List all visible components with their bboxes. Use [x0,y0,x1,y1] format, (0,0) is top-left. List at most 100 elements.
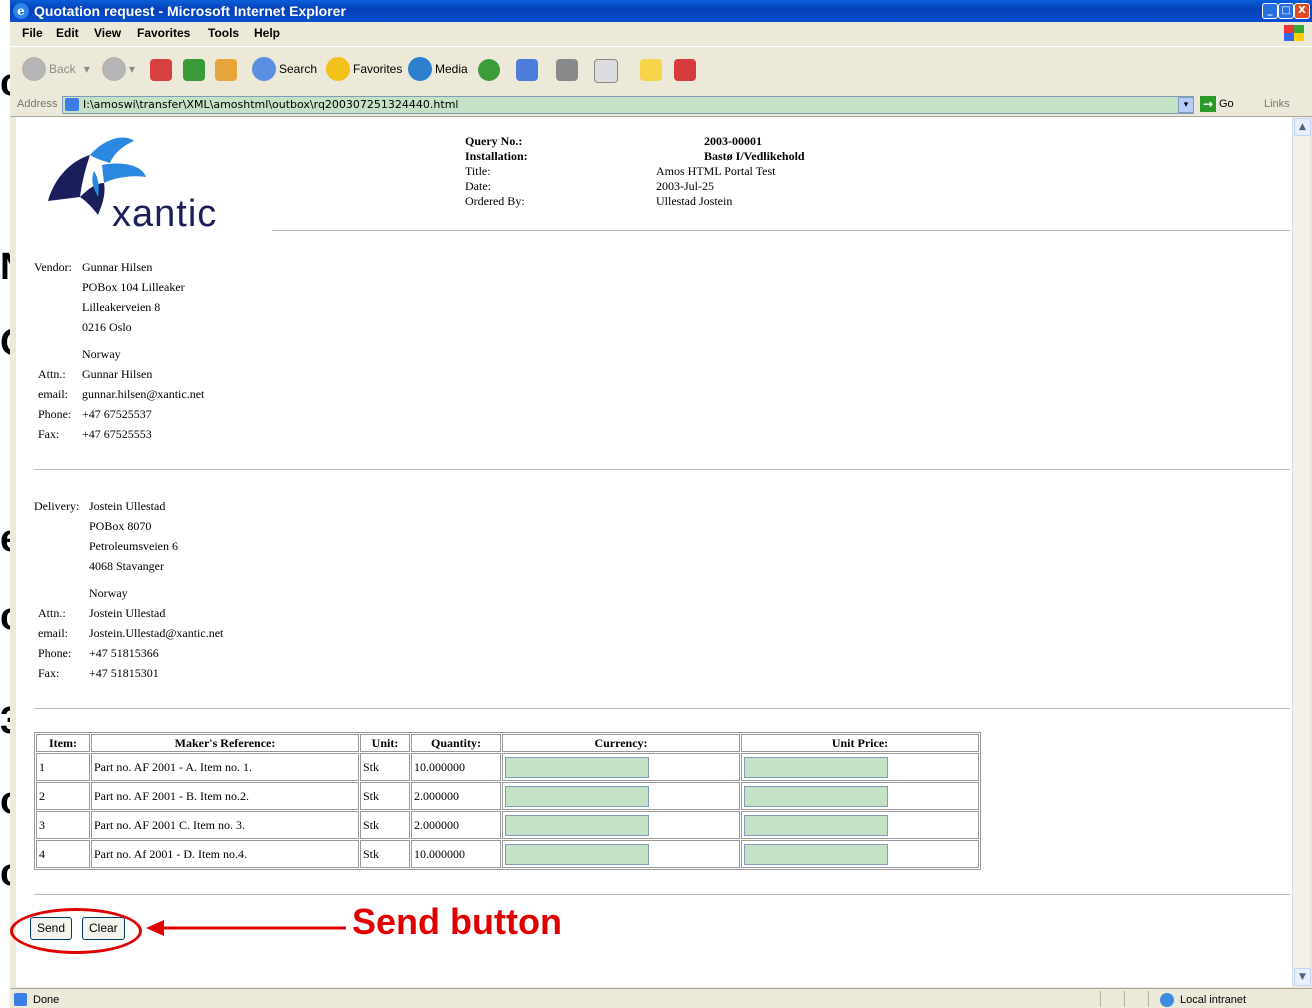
back-label: Back [49,62,76,76]
divider [34,708,1290,709]
currency-input[interactable] [505,756,649,778]
intranet-globe-icon [1160,993,1174,1007]
title-value: Amos HTML Portal Test [656,164,776,178]
go-button[interactable]: → Go [1200,96,1234,112]
vendor-email: gunnar.hilsen@xantic.net [82,387,205,401]
menu-edit[interactable]: Edit [56,26,79,40]
cell-currency [502,753,740,781]
refresh-icon[interactable] [183,59,205,81]
address-input[interactable]: I:\amoswi\transfer\XML\amoshtml\outbox\r… [62,96,1194,114]
ie-icon: e [13,3,29,19]
media-icon [408,57,432,81]
address-dropdown-icon[interactable]: ▾ [1178,97,1194,113]
unit-price-input[interactable] [744,785,888,807]
table-row: 1 Part no. AF 2001 - A. Item no. 1. Stk … [36,753,979,781]
col-header-item: Item: [36,734,90,752]
word-edit-icon[interactable] [594,59,618,83]
delivery-address-line: Petroleumsveien 6 [89,539,178,553]
menu-file[interactable]: File [22,26,43,40]
menu-tools[interactable]: Tools [208,26,239,40]
title-bar[interactable]: e Quotation request - Microsoft Internet… [10,0,1312,22]
currency-input[interactable] [505,785,649,807]
page-icon [14,993,27,1006]
home-icon[interactable] [215,59,237,81]
notes-icon[interactable] [640,59,662,81]
vendor-phone-label: Phone: [38,407,72,421]
delivery-address-line: POBox 8070 [89,519,152,533]
status-text: Done [33,993,60,1006]
links-button[interactable]: Links [1264,98,1290,110]
vendor-label: Vendor: [34,260,72,274]
vendor-attn: Gunnar Hilsen [82,367,153,381]
favorites-button[interactable]: Favorites [326,57,402,81]
history-icon[interactable] [478,59,500,81]
delivery-country: Norway [89,586,128,600]
cell-quantity: 2.000000 [411,782,501,810]
title-label: Title: [465,164,491,178]
vendor-country: Norway [82,347,121,361]
col-header-unit-price: Unit Price: [741,734,979,752]
cell-unit-price [741,811,979,839]
media-label: Media [435,62,468,76]
menu-help[interactable]: Help [254,26,280,40]
table-row: 4 Part no. Af 2001 - D. Item no.4. Stk 1… [36,840,979,868]
address-url[interactable]: I:\amoswi\transfer\XML\amoshtml\outbox\r… [83,98,458,111]
cell-unit-price [741,753,979,781]
query-no-value: 2003-00001 [704,134,762,148]
date-label: Date: [465,179,491,193]
vendor-address-line: 0216 Oslo [82,320,132,334]
delivery-attn-label: Attn.: [38,606,66,620]
xantic-logo: xantic [40,131,250,235]
delivery-fax: +47 51815301 [89,666,159,680]
delivery-attn: Jostein Ullestad [89,606,166,620]
messenger-icon[interactable] [674,59,696,81]
vendor-fax-label: Fax: [38,427,60,441]
search-button[interactable]: Search [252,57,317,81]
cell-item: 1 [36,753,90,781]
unit-price-input[interactable] [744,843,888,865]
installation-label: Installation: [465,149,528,163]
scroll-up-icon[interactable]: ▲ [1294,118,1311,136]
delivery-address-line: 4068 Stavanger [89,559,164,573]
windows-logo-icon [1284,25,1304,41]
col-header-unit: Unit: [360,734,410,752]
delivery-label: Delivery: [34,499,80,513]
stop-icon[interactable] [150,59,172,81]
cell-unit: Stk [360,782,410,810]
scroll-down-icon[interactable]: ▼ [1294,968,1311,986]
currency-input[interactable] [505,814,649,836]
vendor-address-line: POBox 104 Lilleaker [82,280,185,294]
go-label: Go [1219,98,1234,110]
vertical-scrollbar[interactable]: ▲ ▼ [1292,117,1311,987]
close-button[interactable]: X [1294,3,1310,19]
unit-price-input[interactable] [744,756,888,778]
ie-window: e Quotation request - Microsoft Internet… [10,0,1312,1008]
forward-button[interactable]: ▾ [102,57,135,81]
media-button[interactable]: Media [408,57,468,81]
back-button[interactable]: Back ▾ [22,57,90,81]
print-icon[interactable] [556,59,578,81]
logo-text: xantic [112,193,218,235]
unit-price-input[interactable] [744,814,888,836]
menu-bar: File Edit View Favorites Tools Help [10,22,1312,44]
currency-input[interactable] [505,843,649,865]
toolbar: Back ▾ ▾ Search Favorites Media [10,46,1312,96]
cell-item: 3 [36,811,90,839]
annotation-arrow-icon [146,920,346,936]
cell-makers-reference: Part no. AF 2001 - B. Item no.2. [91,782,359,810]
cell-makers-reference: Part no. AF 2001 C. Item no. 3. [91,811,359,839]
divider [34,894,1290,895]
minimize-button[interactable]: _ [1262,3,1278,19]
search-icon [252,57,276,81]
menu-favorites[interactable]: Favorites [137,26,190,40]
cell-item: 2 [36,782,90,810]
menu-view[interactable]: View [94,26,121,40]
maximize-button[interactable]: □ [1278,3,1294,19]
cell-quantity: 10.000000 [411,840,501,868]
table-row: 2 Part no. AF 2001 - B. Item no.2. Stk 2… [36,782,979,810]
mail-icon[interactable] [516,59,538,81]
delivery-email-label: email: [38,626,68,640]
status-bar: Done Local intranet [10,988,1312,1008]
cell-unit: Stk [360,753,410,781]
address-bar: Address I:\amoswi\transfer\XML\amoshtml\… [10,94,1312,117]
